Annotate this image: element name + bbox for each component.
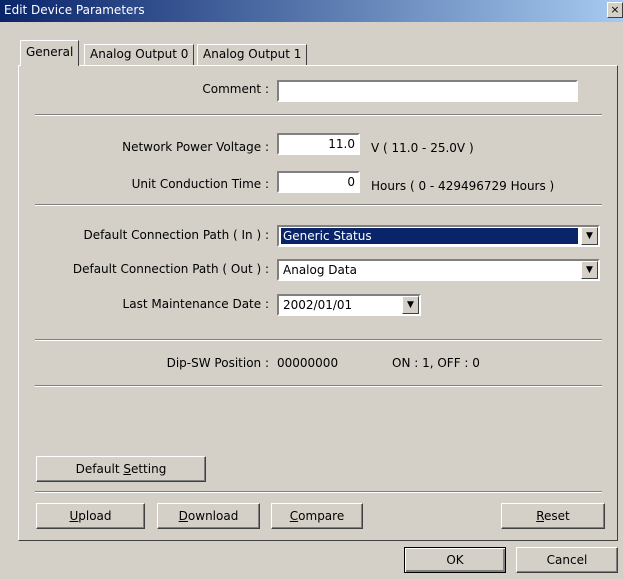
last-maintenance-date-value: 2002/01/01 — [283, 298, 353, 312]
unit-conduction-time-input[interactable]: 0 — [277, 171, 360, 193]
dip-sw-position-value: 00000000 — [277, 356, 339, 370]
network-power-voltage-range: V ( 11.0 - 25.0V ) — [371, 141, 474, 155]
unit-conduction-time-range: Hours ( 0 - 429496729 Hours ) — [371, 179, 555, 193]
chevron-down-icon[interactable]: ▼ — [402, 296, 419, 314]
separator-1 — [35, 114, 602, 116]
tab-analog-output-1[interactable]: Analog Output 1 — [197, 44, 308, 66]
separator-5 — [35, 491, 602, 493]
path-in-value: Generic Status — [281, 228, 578, 244]
network-power-voltage-input[interactable]: 11.0 — [277, 133, 360, 155]
separator-4 — [35, 385, 602, 387]
path-in-label: Default Connection Path ( In ) : — [83, 228, 269, 242]
comment-label: Comment : — [202, 82, 269, 96]
dip-sw-position-label: Dip-SW Position : — [166, 356, 269, 370]
last-maintenance-date-picker[interactable]: 2002/01/01 ▼ — [277, 294, 421, 316]
separator-2 — [35, 204, 602, 206]
chevron-down-icon[interactable]: ▼ — [581, 227, 598, 245]
path-out-select[interactable]: Analog Data ▼ — [277, 259, 600, 281]
unit-conduction-time-label: Unit Conduction Time : — [131, 177, 269, 191]
ok-button[interactable]: OK — [404, 547, 506, 573]
network-power-voltage-label: Network Power Voltage : — [122, 140, 269, 154]
compare-button[interactable]: Compare — [271, 503, 363, 529]
separator-3 — [35, 339, 602, 341]
close-button[interactable]: × — [607, 2, 623, 18]
path-in-select[interactable]: Generic Status ▼ — [277, 225, 600, 247]
window-title: Edit Device Parameters — [4, 3, 145, 17]
download-button[interactable]: Download — [157, 503, 260, 529]
chevron-down-icon[interactable]: ▼ — [581, 261, 598, 279]
reset-button[interactable]: Reset — [501, 503, 605, 529]
comment-input[interactable] — [277, 80, 578, 102]
tab-general[interactable]: General — [20, 40, 80, 66]
dip-sw-legend: ON : 1, OFF : 0 — [392, 356, 480, 370]
last-maintenance-date-label: Last Maintenance Date : — [122, 297, 269, 311]
upload-button[interactable]: Upload — [36, 503, 145, 529]
default-setting-button[interactable]: Default Setting — [36, 456, 206, 482]
cancel-button[interactable]: Cancel — [516, 547, 618, 573]
title-bar: Edit Device Parameters × — [0, 0, 623, 22]
tab-analog-output-0[interactable]: Analog Output 0 — [84, 44, 195, 66]
path-out-label: Default Connection Path ( Out ) : — [72, 262, 269, 276]
path-out-value: Analog Data — [283, 263, 357, 277]
